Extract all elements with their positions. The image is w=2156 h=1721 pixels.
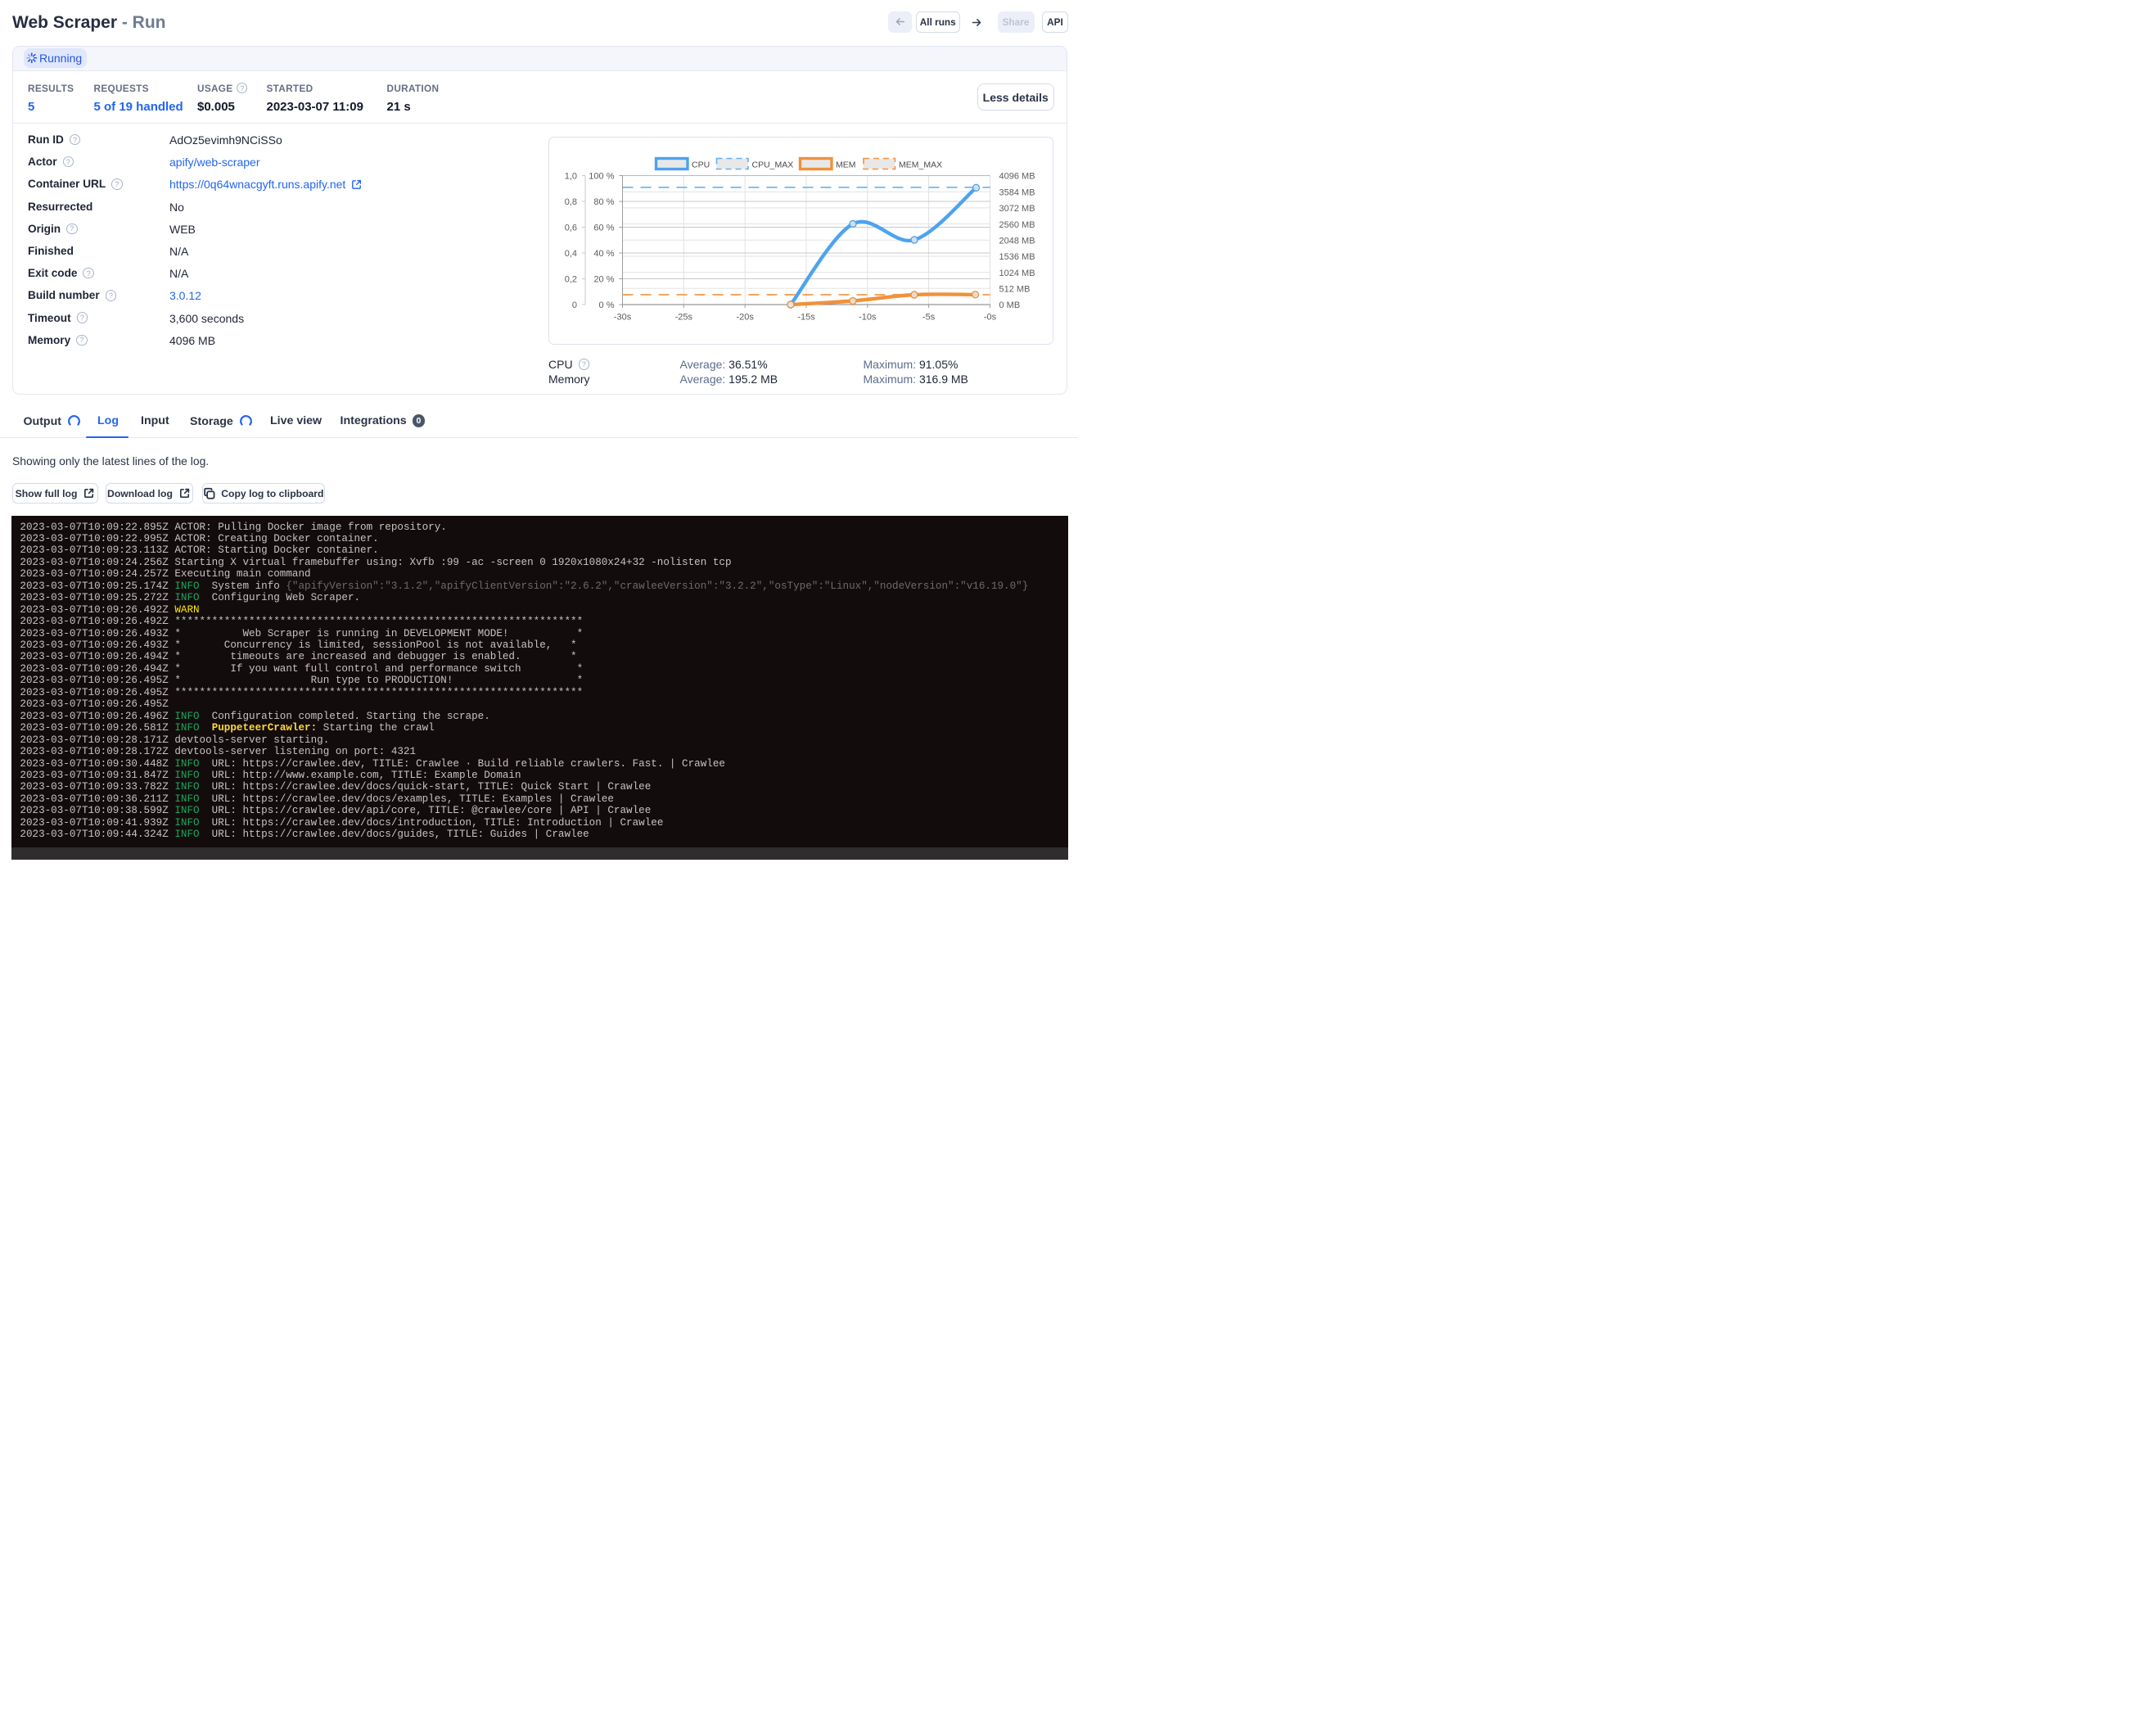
svg-text:3072 MB: 3072 MB [999,204,1035,214]
svg-text:0 %: 0 % [599,300,615,310]
svg-text:-0s: -0s [984,313,997,323]
svg-text:3584 MB: 3584 MB [999,187,1035,197]
svg-text:100 %: 100 % [589,172,614,182]
svg-text:20 %: 20 % [593,275,614,285]
svg-text:-10s: -10s [859,313,877,323]
svg-text:4096 MB: 4096 MB [999,172,1035,182]
svg-text:2560 MB: 2560 MB [999,220,1035,230]
svg-text:40 %: 40 % [593,249,614,259]
svg-text:CPU_MAX: CPU_MAX [752,160,794,170]
svg-text:-20s: -20s [736,313,754,323]
svg-text:0: 0 [572,300,577,310]
svg-text:CPU: CPU [692,160,710,170]
svg-text:1536 MB: 1536 MB [999,252,1035,262]
svg-text:512 MB: 512 MB [999,285,1031,295]
svg-text:0,6: 0,6 [565,224,577,233]
svg-text:60 %: 60 % [593,224,614,233]
svg-text:-30s: -30s [614,313,632,323]
svg-text:MEM: MEM [836,160,856,170]
svg-text:0,2: 0,2 [565,275,577,285]
svg-text:-15s: -15s [797,313,815,323]
svg-text:0,4: 0,4 [565,249,577,259]
svg-text:80 %: 80 % [593,197,614,207]
svg-text:1024 MB: 1024 MB [999,269,1035,278]
svg-text:0,8: 0,8 [565,197,577,207]
svg-text:1,0: 1,0 [565,172,577,182]
svg-text:-25s: -25s [675,313,693,323]
svg-text:0 MB: 0 MB [999,300,1021,310]
svg-text:MEM_MAX: MEM_MAX [899,160,942,170]
svg-text:-5s: -5s [922,313,936,323]
svg-text:2048 MB: 2048 MB [999,236,1035,246]
